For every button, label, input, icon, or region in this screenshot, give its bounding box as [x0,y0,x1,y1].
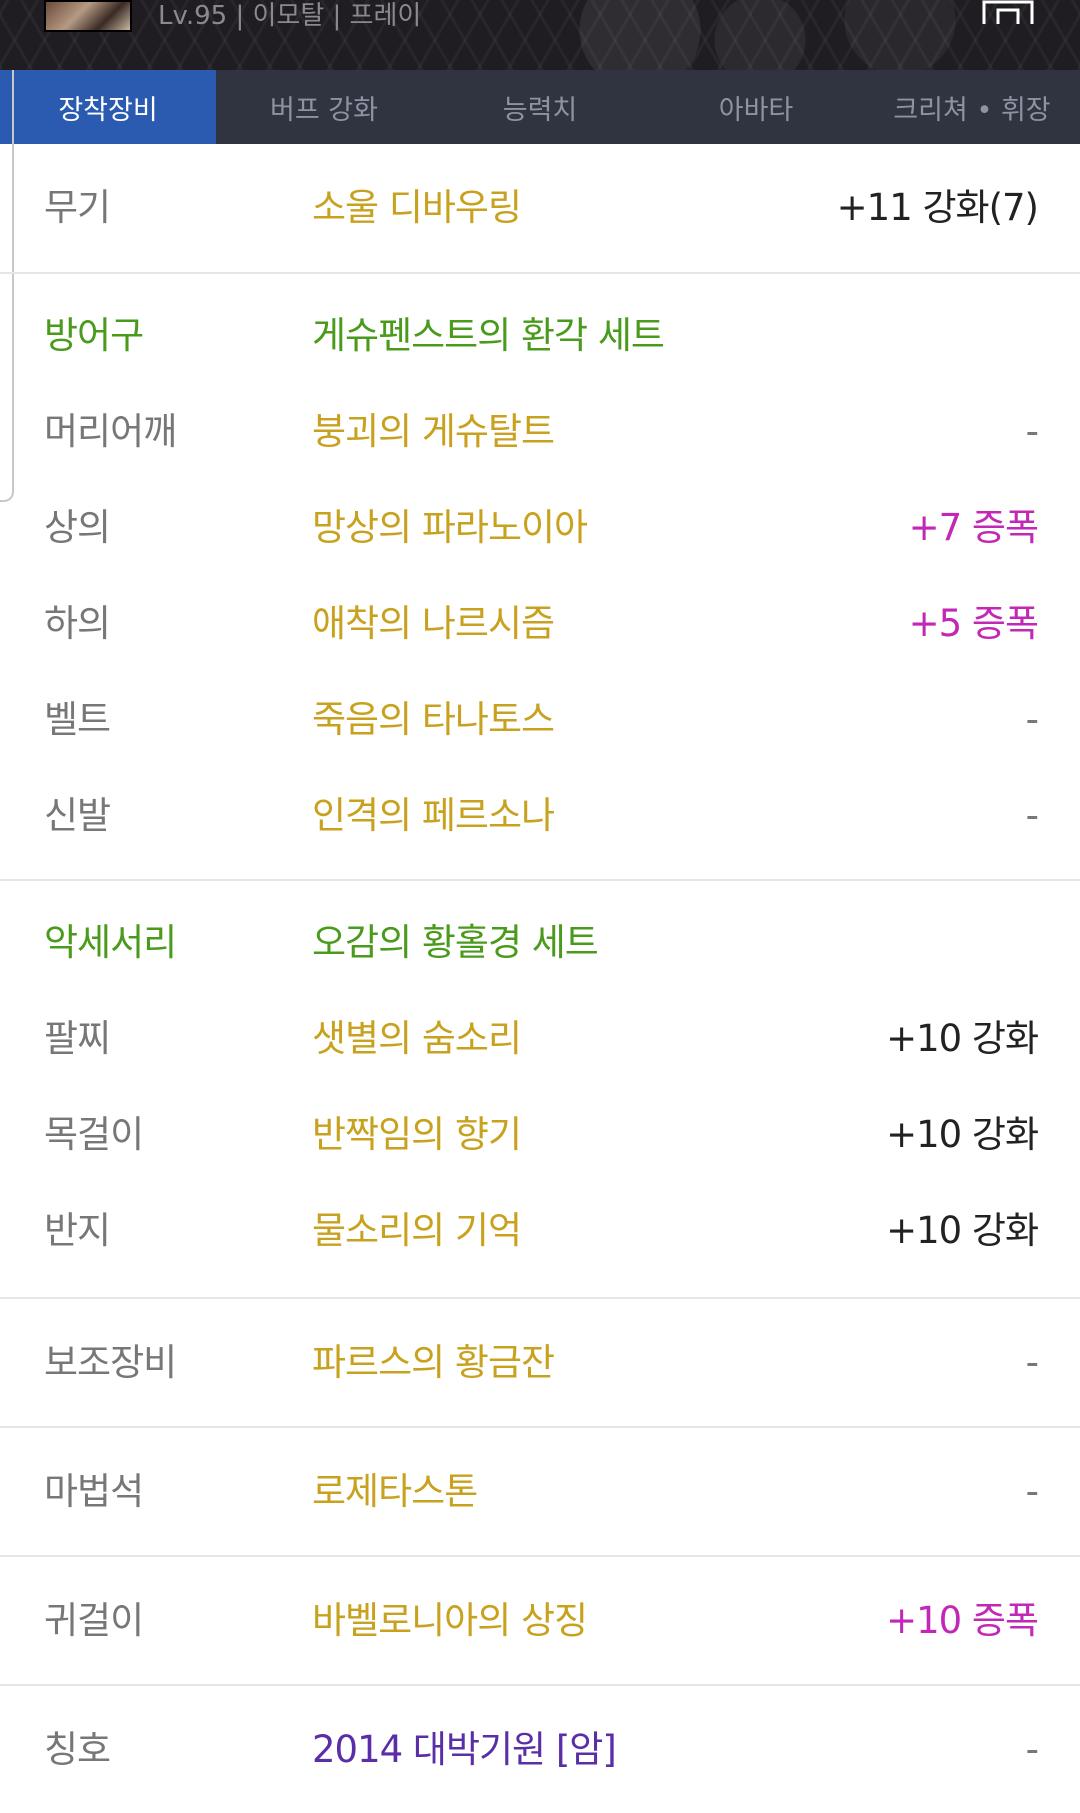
slot-label: 신발 [44,794,111,837]
item-name[interactable]: 붕괴의 게슈탈트 [312,384,555,480]
title-section: 칭호 2014 대박기원 [암] - [0,1686,1080,1813]
item-name[interactable]: 샛별의 숨소리 [312,991,522,1087]
item-status: - [1025,410,1039,453]
slot-label: 머리어깨 [44,410,177,453]
equipment-row-shoulder[interactable]: 머리어깨 붕괴의 게슈탈트 - [0,384,1080,480]
set-header-row: 방어구 게슈펜스트의 환각 세트 [0,288,1080,384]
equipment-row-weapon[interactable]: 무기 소울 디바우링 +11 강화(7) [0,144,1080,272]
item-name[interactable]: 2014 대박기원 [암] [312,1686,617,1813]
set-name[interactable]: 오감의 황홀경 세트 [312,895,599,991]
item-status: - [1025,1470,1039,1513]
avatar [44,0,132,32]
item-status: +7 증폭 [908,506,1039,549]
slot-label: 무기 [44,186,111,229]
slot-label: 벨트 [44,698,111,741]
item-status: - [1025,1341,1039,1384]
slot-label: 귀걸이 [44,1599,144,1642]
category-label: 악세서리 [44,921,177,964]
tab-buff-enhance[interactable]: 버프 강화 [216,70,432,144]
slot-label: 팔찌 [44,1017,111,1060]
magic-stone-section: 마법석 로제타스톤 - [0,1428,1080,1557]
item-name[interactable]: 반짝임의 향기 [312,1087,522,1183]
item-name[interactable]: 망상의 파라노이아 [312,480,588,576]
item-name[interactable]: 바벨로니아의 상징 [312,1557,588,1684]
slot-label: 칭호 [44,1728,111,1771]
slot-label: 반지 [44,1209,111,1252]
set-name[interactable]: 게슈펜스트의 환각 세트 [312,288,665,384]
item-status: +10 강화 [886,1017,1039,1060]
equipment-row-necklace[interactable]: 목걸이 반짝임의 향기 +10 강화 [0,1087,1080,1183]
item-status: - [1025,794,1039,837]
slot-label: 하의 [44,602,111,645]
character-header: Lv.95 | 이모탈 | 프레이 [0,0,1080,70]
home-icon[interactable] [980,0,1036,24]
equipment-row-title[interactable]: 칭호 2014 대박기원 [암] - [0,1686,1080,1813]
item-name[interactable]: 인격의 페르소나 [312,768,555,864]
item-name[interactable]: 파르스의 황금잔 [312,1299,555,1426]
character-info: Lv.95 | 이모탈 | 프레이 [158,1,422,31]
equipment-row-bottom[interactable]: 하의 애착의 나르시즘 +5 증폭 [0,576,1080,672]
equipment-row-ring[interactable]: 반지 물소리의 기억 +10 강화 [0,1183,1080,1279]
item-status: +11 강화(7) [836,186,1039,229]
accessory-section: 악세서리 오감의 황홀경 세트 팔찌 샛별의 숨소리 +10 강화 목걸이 반짝… [0,881,1080,1299]
item-status: - [1025,698,1039,741]
equipment-row-earring[interactable]: 귀걸이 바벨로니아의 상징 +10 증폭 [0,1557,1080,1684]
slot-label: 목걸이 [44,1113,144,1156]
armor-section: 방어구 게슈펜스트의 환각 세트 머리어깨 붕괴의 게슈탈트 - 상의 망상의 … [0,274,1080,881]
earring-section: 귀걸이 바벨로니아의 상징 +10 증폭 [0,1557,1080,1686]
item-status: +10 강화 [886,1113,1039,1156]
slot-label: 마법석 [44,1470,144,1513]
equipment-list: 무기 소울 디바우링 +11 강화(7) 방어구 게슈펜스트의 환각 세트 머리… [0,144,1080,1813]
equipment-row-top[interactable]: 상의 망상의 파라노이아 +7 증폭 [0,480,1080,576]
equipment-row-bracelet[interactable]: 팔찌 샛별의 숨소리 +10 강화 [0,991,1080,1087]
item-name[interactable]: 애착의 나르시즘 [312,576,555,672]
tab-bar: 장착장비 버프 강화 능력치 아바타 크리쳐 • 휘장 [0,70,1080,144]
tab-stats[interactable]: 능력치 [432,70,648,144]
weapon-section: 무기 소울 디바우링 +11 강화(7) [0,144,1080,274]
sub-equipment-section: 보조장비 파르스의 황금잔 - [0,1299,1080,1428]
item-name[interactable]: 로제타스톤 [312,1428,478,1555]
item-status: +10 증폭 [886,1599,1039,1642]
tab-equipment[interactable]: 장착장비 [0,70,216,144]
item-name[interactable]: 소울 디바우링 [312,144,522,272]
equipment-row-shoes[interactable]: 신발 인격의 페르소나 - [0,768,1080,864]
item-status: +10 강화 [886,1209,1039,1252]
item-name[interactable]: 물소리의 기억 [312,1183,522,1279]
equipment-row-belt[interactable]: 벨트 죽음의 타나토스 - [0,672,1080,768]
slot-label: 보조장비 [44,1341,177,1384]
tab-creature-emblem[interactable]: 크리쳐 • 휘장 [864,70,1080,144]
set-header-row: 악세서리 오감의 황홀경 세트 [0,895,1080,991]
equipment-row-magic-stone[interactable]: 마법석 로제타스톤 - [0,1428,1080,1555]
category-label: 방어구 [44,314,144,357]
slot-label: 상의 [44,506,111,549]
item-status: +5 증폭 [908,602,1039,645]
item-name[interactable]: 죽음의 타나토스 [312,672,555,768]
item-status: - [1025,1728,1039,1771]
tab-avatar[interactable]: 아바타 [648,70,864,144]
equipment-row-sub[interactable]: 보조장비 파르스의 황금잔 - [0,1299,1080,1426]
